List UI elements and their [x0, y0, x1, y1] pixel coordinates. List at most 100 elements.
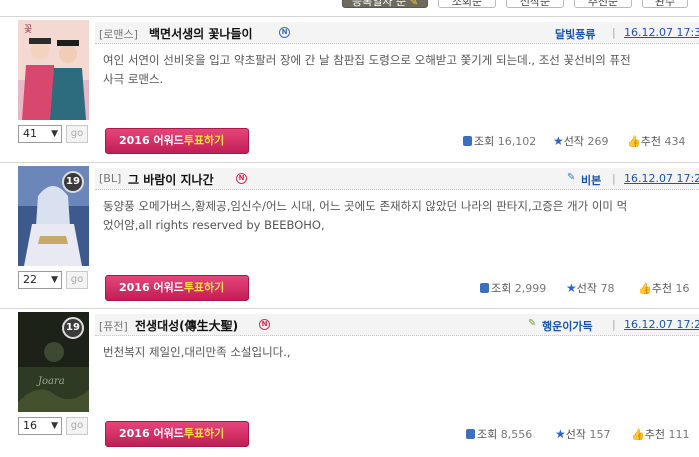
sort-tab-complete[interactable]: 완수	[642, 0, 688, 8]
update-date[interactable]: 16.12.07 17:26	[624, 318, 699, 331]
title-link[interactable]: 전생대성(傳生大聖)	[135, 317, 238, 334]
svg-text:꽃: 꽃	[24, 24, 32, 35]
cover-image[interactable]: 19	[18, 166, 89, 266]
views-stat: 조회 8,556	[466, 426, 532, 442]
recommends-label: 추천	[644, 428, 665, 441]
bookmarks-count: 78	[600, 282, 615, 295]
pencil-icon: ✎	[528, 318, 537, 329]
sort-tab-date-label: 등록일자 순	[352, 0, 407, 8]
sort-tab-complete-label: 완수	[654, 0, 676, 8]
views-stat: 조회 16,102	[463, 133, 536, 149]
title-link[interactable]: 그 바람이 지나간	[128, 171, 214, 188]
star-icon: ★	[553, 134, 564, 148]
new-badge: N	[259, 319, 270, 330]
recommends-stat: 👍추천 111	[631, 426, 689, 442]
divider	[0, 16, 699, 17]
episode-select[interactable]: 16 ▼	[18, 417, 62, 435]
divider: |	[612, 318, 616, 331]
vote-label: 투표하기	[183, 281, 225, 294]
views-icon	[466, 429, 475, 439]
episode-select-value: 16	[23, 419, 37, 432]
thumbs-up-icon: 👍	[627, 135, 641, 148]
bookmarks-count: 269	[587, 135, 609, 148]
genre-label: [BL]	[99, 172, 122, 185]
award-vote-button[interactable]: 2016 어워드투표하기	[105, 128, 249, 154]
sort-tab-bookmarks[interactable]: 선작순	[506, 0, 564, 8]
thumbs-up-icon: 👍	[638, 282, 652, 295]
genre-label: [퓨전]	[99, 320, 128, 333]
author-link[interactable]: 행운이가득	[542, 318, 593, 334]
thumbs-up-icon: 👍	[631, 428, 645, 441]
views-count: 8,556	[500, 428, 533, 441]
divider	[0, 162, 699, 163]
go-button[interactable]: go	[66, 417, 88, 435]
pen-icon: ✎	[567, 172, 576, 183]
cover-image[interactable]: 19 Joara	[18, 312, 89, 412]
vote-label: 투표하기	[183, 134, 225, 147]
episode-select-value: 41	[23, 127, 37, 140]
item-header: [퓨전] 전생대성(傳生大聖) N ✎ 행운이가득 | 16.12.07 17:…	[95, 314, 699, 336]
divider: |	[612, 26, 616, 39]
pencil-icon: ✎	[409, 0, 418, 8]
divider	[0, 308, 699, 309]
recommends-count: 16	[675, 282, 690, 295]
divider: |	[612, 172, 616, 185]
recommends-label: 추천	[651, 282, 672, 295]
age-19-badge: 19	[62, 317, 84, 339]
views-label: 조회	[474, 135, 495, 148]
views-count: 16,102	[497, 135, 537, 148]
bookmarks-label: 선작	[576, 282, 598, 295]
chevron-down-icon: ▼	[51, 421, 58, 431]
episode-select[interactable]: 41 ▼	[18, 125, 62, 143]
title-link[interactable]: 백면서생의 꽃나들이	[149, 25, 253, 42]
go-button[interactable]: go	[66, 271, 88, 289]
bookmarks-stat: ★선작 157	[555, 426, 611, 442]
go-button[interactable]: go	[66, 125, 88, 143]
sort-tab-recommends-label: 추천순	[587, 0, 619, 8]
description: 여인 서연이 선비옷을 입고 약초팔러 장에 간 날 참판집 도령으로 오해받고…	[103, 53, 631, 86]
vote-label: 투표하기	[183, 427, 225, 440]
sort-tab-views[interactable]: 조회순	[438, 0, 496, 8]
views-icon	[463, 136, 472, 146]
recommends-count: 111	[668, 428, 690, 441]
sort-tab-bookmarks-label: 선작순	[519, 0, 551, 8]
description: 번천복지 제일인,대리만족 소설입니다.,	[103, 345, 291, 359]
new-badge: N	[279, 27, 290, 38]
episode-select-value: 22	[23, 273, 37, 286]
award-label: 2016 어워드	[119, 427, 184, 440]
views-stat: 조회 2,999	[480, 280, 546, 296]
sort-tab-date[interactable]: 등록일자 순 ✎	[342, 0, 428, 8]
chevron-down-icon: ▼	[51, 129, 58, 139]
new-badge: N	[236, 173, 247, 184]
episode-select[interactable]: 22 ▼	[18, 271, 62, 289]
item-header: [BL] 그 바람이 지나간 N ✎ 비본 | 16.12.07 17:28	[95, 168, 699, 190]
description: 동양풍 오메가버스,황제공,임신수/어느 시대, 어느 곳에도 존재하지 않았던…	[103, 199, 628, 232]
award-vote-button[interactable]: 2016 어워드투표하기	[105, 421, 249, 447]
award-label: 2016 어워드	[119, 134, 184, 147]
bookmarks-stat: ★선작 78	[566, 280, 615, 296]
bookmarks-label: 선작	[565, 428, 587, 441]
award-label: 2016 어워드	[119, 281, 184, 294]
update-date[interactable]: 16.12.07 17:31	[624, 26, 699, 39]
bookmarks-label: 선작	[563, 135, 585, 148]
bookmarks-stat: ★선작 269	[553, 133, 609, 149]
views-count: 2,999	[514, 282, 547, 295]
update-date[interactable]: 16.12.07 17:28	[624, 172, 699, 185]
bookmarks-count: 157	[589, 428, 611, 441]
recommends-count: 434	[664, 135, 686, 148]
recommends-stat: 👍추천 16	[638, 280, 689, 296]
author-link[interactable]: 달빛풍류	[555, 26, 595, 42]
genre-label: [로맨스]	[99, 28, 138, 41]
author-link[interactable]: 비본	[581, 172, 601, 188]
star-icon: ★	[566, 281, 577, 295]
views-icon	[480, 283, 489, 293]
age-19-badge: 19	[62, 171, 84, 193]
chevron-down-icon: ▼	[51, 275, 58, 285]
recommends-stat: 👍추천 434	[627, 133, 685, 149]
views-label: 조회	[477, 428, 498, 441]
cover-image[interactable]: 꽃	[18, 20, 89, 120]
sort-tab-recommends[interactable]: 추천순	[574, 0, 632, 8]
item-header: [로맨스] 백면서생의 꽃나들이 N 달빛풍류 | 16.12.07 17:31	[95, 22, 699, 44]
views-label: 조회	[491, 282, 512, 295]
award-vote-button[interactable]: 2016 어워드투표하기	[105, 275, 249, 301]
